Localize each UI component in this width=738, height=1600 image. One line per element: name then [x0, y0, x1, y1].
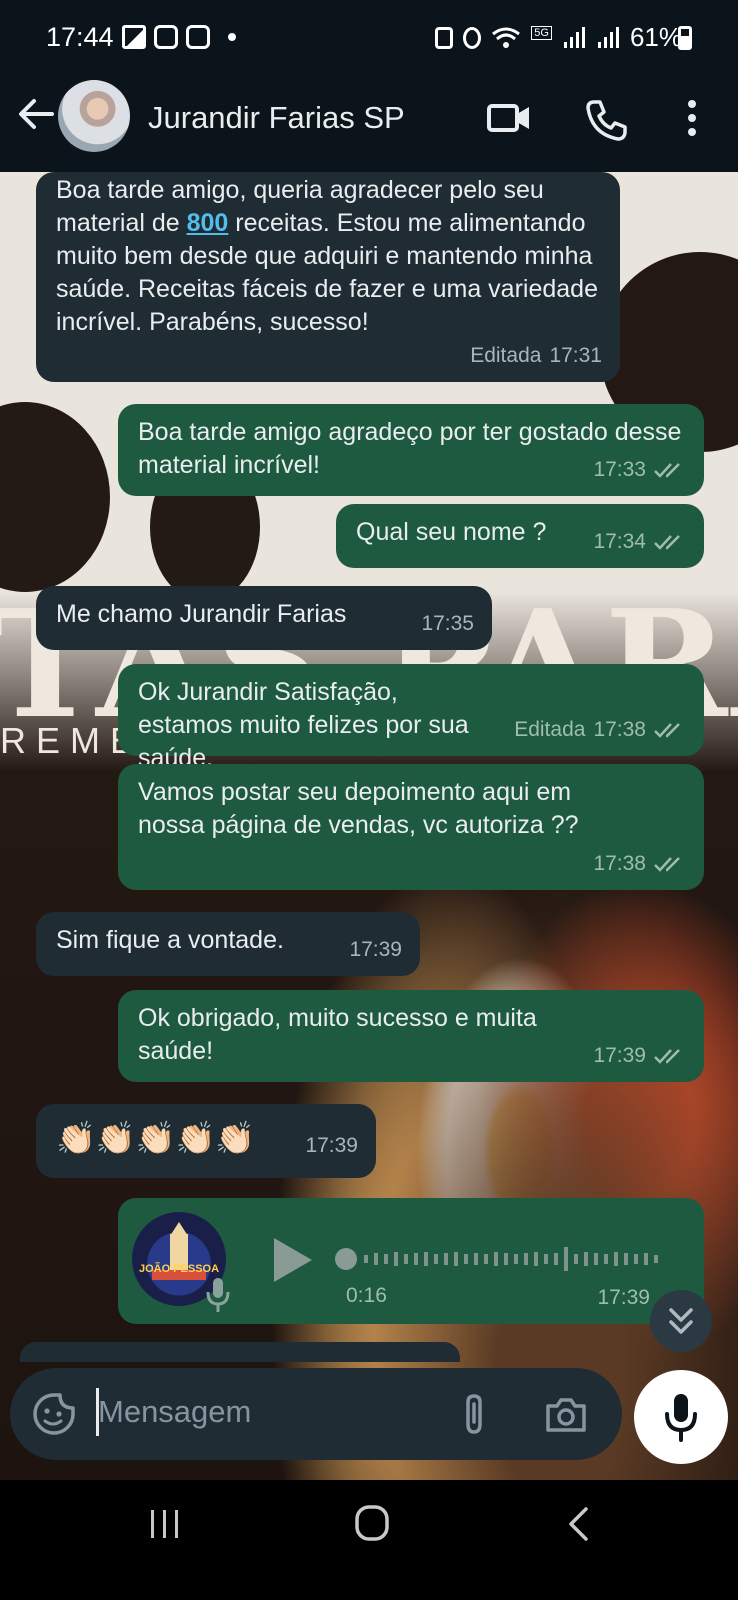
sticker-emoji-icon[interactable]: [32, 1392, 76, 1436]
message-link[interactable]: 800: [187, 209, 229, 237]
message-meta: 17:38: [593, 847, 686, 880]
message-incoming[interactable]: Sim fique a vontade. 17:39: [36, 912, 420, 976]
back-nav-icon[interactable]: [566, 1506, 590, 1542]
wallpaper-shape: [0, 402, 110, 592]
message-incoming[interactable]: Boa tarde amigo, queria agradecer pelo s…: [36, 172, 620, 382]
message-time: 17:38: [593, 852, 646, 875]
signal-icon: [563, 26, 585, 48]
more-vert-icon[interactable]: [684, 98, 700, 138]
battery-saver-icon: [435, 26, 454, 49]
message-text: Sim fique a vontade.: [56, 926, 284, 954]
read-ticks-icon: [654, 856, 680, 872]
message-meta: 17:39: [597, 1281, 650, 1314]
attach-icon[interactable]: [458, 1392, 490, 1438]
more-notifications-icon: [228, 33, 236, 41]
chat-header: Jurandir Farias SP: [0, 78, 738, 172]
message-incoming[interactable]: 👏🏻👏🏻👏🏻👏🏻👏🏻 17:39: [36, 1104, 376, 1178]
message-text: Ok Jurandir Satisfação, estamos muito fe…: [138, 678, 469, 772]
network-type-badge: 5G: [531, 25, 552, 40]
phone-icon[interactable]: [584, 98, 628, 142]
notification-icons: [122, 25, 236, 49]
gallery-notification-icon: [122, 25, 146, 49]
video-call-icon[interactable]: [486, 98, 532, 138]
scroll-to-bottom-button[interactable]: [650, 1290, 712, 1352]
message-time: 17:33: [593, 458, 646, 481]
read-ticks-icon: [654, 722, 680, 738]
voice-record-button[interactable]: [634, 1370, 728, 1464]
message-meta: 17:39: [305, 1124, 358, 1168]
message-time: 17:35: [421, 612, 474, 635]
alarm-icon: [463, 26, 482, 49]
instagram-notification-icon: [154, 25, 178, 49]
edited-label: Editada: [470, 344, 542, 367]
contact-name[interactable]: Jurandir Farias SP: [148, 100, 405, 136]
message-incoming-partial[interactable]: [20, 1342, 460, 1362]
recent-apps-icon[interactable]: [148, 1508, 182, 1540]
waveform[interactable]: [334, 1246, 664, 1272]
battery-icon: [678, 26, 692, 50]
message-meta: Editada 17:38: [514, 713, 686, 746]
battery-percent: 61%: [629, 22, 682, 52]
message-text: Me chamo Jurandir Farias: [56, 600, 347, 628]
read-ticks-icon: [654, 1048, 680, 1064]
message-composer[interactable]: Mensagem: [10, 1368, 622, 1460]
wifi-icon: [492, 27, 521, 48]
read-ticks-icon: [654, 534, 680, 550]
status-time: 17:44: [46, 22, 114, 52]
message-time: 17:39: [593, 1044, 646, 1067]
message-meta: 17:39: [349, 933, 402, 966]
message-time: 17:39: [349, 938, 402, 961]
system-nav-bar: [0, 1480, 738, 1600]
message-outgoing[interactable]: Ok Jurandir Satisfação, estamos muito fe…: [118, 664, 704, 772]
message-input[interactable]: Mensagem: [98, 1394, 251, 1430]
message-meta: 17:33: [593, 453, 686, 486]
message-text: Ok obrigado, muito sucesso e muita saúde…: [138, 1004, 537, 1065]
message-incoming[interactable]: Me chamo Jurandir Farias 17:35: [36, 586, 492, 650]
chat-area[interactable]: TAS PARA DIABÉ REME Boa tarde amigo, que…: [0, 172, 738, 1500]
message-outgoing[interactable]: Vamos postar seu depoimento aqui em noss…: [118, 764, 704, 890]
message-outgoing[interactable]: Ok obrigado, muito sucesso e muita saúde…: [118, 990, 704, 1082]
signal-icon-2: [597, 26, 619, 48]
edited-label: Editada: [514, 718, 586, 741]
contact-avatar[interactable]: [58, 80, 130, 152]
instagram-notification-icon-2: [186, 25, 210, 49]
camera-icon[interactable]: [544, 1394, 588, 1434]
message-meta: 17:35: [421, 607, 474, 640]
message-meta: 17:34: [593, 525, 686, 558]
message-meta: 17:39: [593, 1039, 686, 1072]
read-ticks-icon: [654, 462, 680, 478]
status-bar: 17:44 5G 61%: [0, 0, 738, 78]
message-time: 17:39: [305, 1134, 358, 1157]
back-arrow-icon[interactable]: [16, 94, 56, 134]
message-time: 17:34: [593, 530, 646, 553]
home-icon[interactable]: [354, 1504, 390, 1542]
message-outgoing[interactable]: Boa tarde amigo agradeço por ter gostado…: [118, 404, 704, 496]
voice-message[interactable]: JOÃO PESSOA 0:16 17:39: [118, 1198, 704, 1324]
double-chevron-down-icon: [669, 1308, 693, 1334]
system-status-icons: 5G 61%: [435, 22, 682, 53]
message-meta: Editada 17:31: [470, 339, 602, 372]
message-text: Qual seu nome ?: [356, 518, 547, 546]
voice-duration: 0:16: [346, 1284, 387, 1307]
mic-badge-icon: [206, 1278, 230, 1312]
message-outgoing[interactable]: Qual seu nome ? 17:34: [336, 504, 704, 568]
mic-icon: [665, 1394, 697, 1442]
message-time: 17:39: [597, 1286, 650, 1309]
message-time: 17:31: [549, 344, 602, 367]
message-text: Vamos postar seu depoimento aqui em noss…: [138, 778, 579, 839]
play-icon[interactable]: [274, 1238, 312, 1282]
message-emoji-text: 👏🏻👏🏻👏🏻👏🏻👏🏻: [56, 1120, 256, 1156]
message-time: 17:38: [593, 718, 646, 741]
